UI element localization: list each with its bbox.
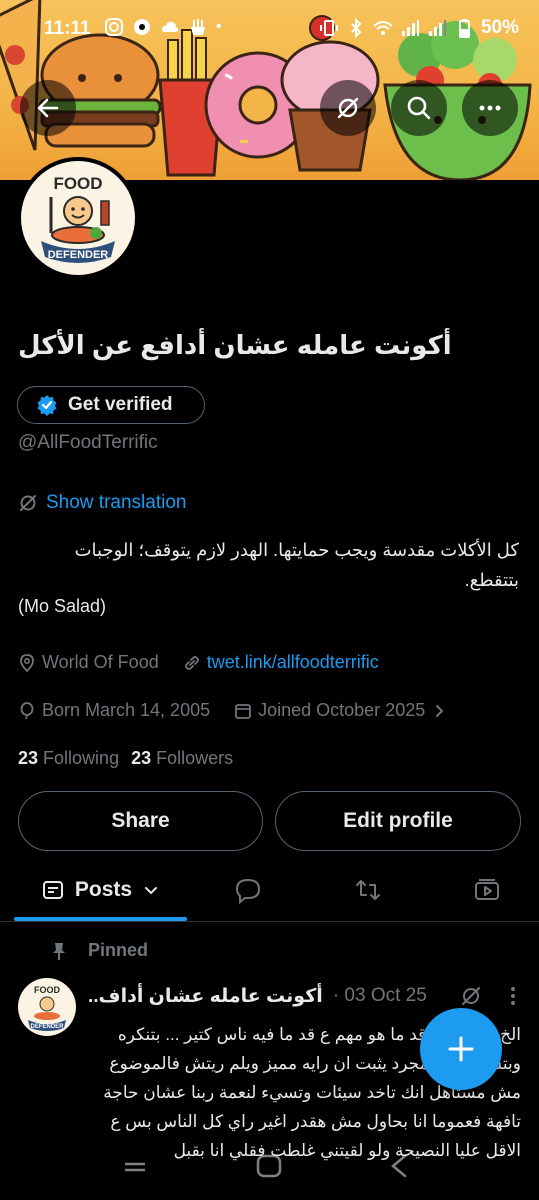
posts-icon bbox=[42, 881, 63, 899]
post-date: · 03 Oct 25 bbox=[332, 985, 427, 1006]
more-horizontal-icon bbox=[479, 105, 501, 111]
food-defender-logo: FOOD DEFENDER bbox=[41, 174, 115, 263]
recent-apps-icon[interactable] bbox=[125, 1162, 145, 1172]
status-time: 11:11 bbox=[44, 18, 91, 39]
post-translate-icon[interactable] bbox=[459, 984, 483, 1008]
following-count: 23 bbox=[18, 748, 39, 768]
profile-location: World Of Food bbox=[42, 652, 159, 672]
location-pin-icon bbox=[20, 653, 34, 672]
link-icon bbox=[184, 655, 199, 670]
bluetooth-icon bbox=[351, 18, 362, 38]
profile-bio: كل الأكلات مقدسة ويجب حمايتها. الهدر لاز… bbox=[74, 540, 519, 590]
svg-text:DEFENDER: DEFENDER bbox=[30, 1024, 64, 1030]
svg-text:FOOD: FOOD bbox=[34, 985, 60, 995]
followers-label: Followers bbox=[156, 748, 234, 768]
soccer-ball-icon bbox=[134, 19, 150, 35]
post-more-options-icon[interactable] bbox=[509, 985, 517, 1007]
edit-profile-button[interactable]: Edit profile bbox=[275, 791, 521, 851]
pinned-indicator: Pinned bbox=[50, 940, 148, 961]
reply-bubble-icon bbox=[235, 878, 261, 904]
active-tab-indicator bbox=[14, 917, 187, 921]
compose-post-button[interactable] bbox=[420, 1008, 502, 1090]
followers-count: 23 bbox=[131, 748, 152, 768]
profile-handle: @AllFoodTerrific bbox=[18, 432, 158, 453]
profile-display-name: أكونت عامله عشان أدافع عن الأكل bbox=[18, 330, 452, 360]
pin-icon bbox=[53, 942, 65, 960]
system-navigation-bar bbox=[0, 1140, 539, 1200]
svg-text:FOOD: FOOD bbox=[53, 174, 102, 193]
back-button[interactable] bbox=[20, 80, 76, 136]
share-button-label: Share bbox=[111, 809, 170, 832]
battery-percentage: 50% bbox=[480, 17, 519, 38]
signal-2-icon bbox=[428, 20, 446, 36]
vibrate-icon bbox=[319, 20, 338, 36]
food-defender-logo-small: FOOD DEFENDER bbox=[28, 985, 66, 1031]
translate-icon bbox=[337, 97, 359, 119]
following-label: Following bbox=[43, 748, 120, 768]
following-link[interactable]: 23 Following bbox=[18, 748, 119, 769]
arrow-left-icon bbox=[37, 98, 59, 118]
tab-reposts[interactable] bbox=[330, 860, 406, 920]
edit-profile-button-label: Edit profile bbox=[343, 809, 453, 832]
profile-joined-date: Joined October 2025 bbox=[258, 700, 426, 720]
more-options-button[interactable] bbox=[462, 80, 518, 136]
signal-icon bbox=[401, 20, 419, 36]
instagram-icon bbox=[105, 18, 123, 36]
balloon-icon bbox=[20, 701, 34, 719]
calendar-icon bbox=[235, 703, 252, 719]
tab-posts-label: Posts bbox=[74, 878, 133, 901]
svg-text:DEFENDER: DEFENDER bbox=[48, 249, 109, 261]
chevron-right-icon[interactable] bbox=[431, 703, 447, 719]
cloud-icon bbox=[161, 21, 179, 32]
show-translation-label: Show translation bbox=[46, 492, 187, 513]
search-icon bbox=[407, 96, 431, 120]
home-button-icon[interactable] bbox=[256, 1154, 282, 1178]
search-button[interactable] bbox=[391, 80, 447, 136]
fries-icon bbox=[191, 19, 205, 35]
post-header: أكونت عامله عشان أداف.. · 03 Oct 25 bbox=[88, 982, 517, 1010]
wifi-icon bbox=[373, 21, 393, 35]
profile-bio-signature: (Mo Salad) bbox=[18, 596, 107, 616]
profile-website-link[interactable]: twet.link/allfoodterrific bbox=[207, 652, 379, 673]
post-author-avatar[interactable]: FOOD DEFENDER bbox=[18, 978, 76, 1036]
post-author-name[interactable]: أكونت عامله عشان أداف.. bbox=[88, 985, 323, 1008]
get-verified-button[interactable]: Get verified bbox=[17, 386, 205, 424]
media-video-icon bbox=[475, 879, 499, 900]
tab-posts[interactable]: Posts bbox=[14, 860, 187, 920]
profile-avatar[interactable]: FOOD DEFENDER bbox=[17, 157, 139, 279]
tab-replies[interactable] bbox=[210, 860, 286, 920]
show-translation-link[interactable]: Show translation bbox=[18, 492, 186, 514]
translate-button[interactable] bbox=[320, 80, 376, 136]
more-notifications-icon: • bbox=[216, 18, 222, 35]
plus-icon bbox=[448, 1036, 474, 1062]
profile-tabs: Posts bbox=[0, 860, 539, 922]
tab-media[interactable] bbox=[449, 860, 525, 920]
pinned-label: Pinned bbox=[88, 940, 149, 960]
battery-icon bbox=[458, 19, 470, 38]
status-bar: 11:11 • 50% bbox=[0, 0, 539, 58]
translate-small-icon bbox=[20, 495, 36, 511]
share-button[interactable]: Share bbox=[18, 791, 263, 851]
chevron-down-icon bbox=[145, 887, 158, 895]
back-nav-icon[interactable] bbox=[391, 1154, 407, 1178]
profile-birthdate: Born March 14, 2005 bbox=[42, 700, 211, 720]
followers-link[interactable]: 23 Followers bbox=[131, 748, 233, 769]
get-verified-label: Get verified bbox=[68, 394, 173, 415]
follow-counts: 23 Following 23 Followers bbox=[18, 748, 233, 769]
verified-badge-icon bbox=[37, 395, 57, 416]
repost-icon bbox=[356, 880, 380, 900]
